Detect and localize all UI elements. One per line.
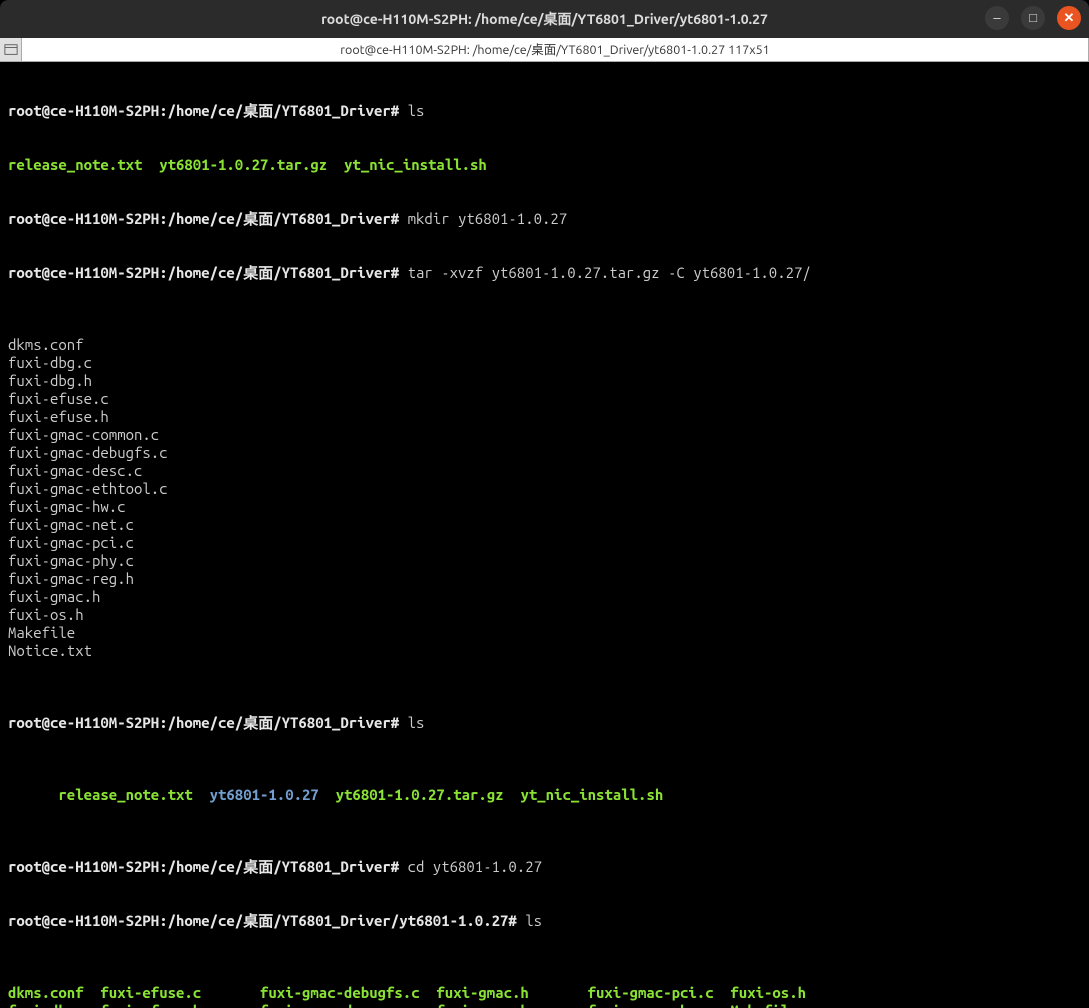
cmd-tar: tar -xvzf yt6801-1.0.27.tar.gz -C yt6801… bbox=[399, 264, 811, 281]
output-line: fuxi-dbg.c fuxi-efuse.h fuxi-gmac-desc.c… bbox=[8, 1002, 1081, 1008]
file: release_note.txt bbox=[8, 156, 159, 173]
window-title: root@ce-H110M-S2PH: /home/ce/桌面/YT6801_D… bbox=[321, 10, 768, 28]
file: yt_nic_install.sh bbox=[520, 786, 663, 803]
spacer bbox=[319, 786, 336, 803]
prompt: root@ce-H110M-S2PH:/home/ce/桌面/YT6801_Dr… bbox=[8, 210, 399, 227]
cmd-ls: ls bbox=[517, 912, 542, 929]
output-line: fuxi-dbg.c bbox=[8, 354, 1081, 372]
file: release_note.txt bbox=[58, 786, 209, 803]
new-tab-icon[interactable] bbox=[0, 38, 22, 61]
titlebar[interactable]: root@ce-H110M-S2PH: /home/ce/桌面/YT6801_D… bbox=[0, 0, 1089, 38]
tar-output: dkms.conffuxi-dbg.cfuxi-dbg.hfuxi-efuse.… bbox=[8, 336, 1081, 660]
cmd-ls: ls bbox=[399, 714, 424, 731]
output-line: fuxi-gmac.h bbox=[8, 588, 1081, 606]
output-line: fuxi-efuse.c bbox=[8, 390, 1081, 408]
tab-active[interactable]: root@ce-H110M-S2PH: /home/ce/桌面/YT6801_D… bbox=[22, 38, 1089, 61]
output-line: dkms.conf fuxi-efuse.c fuxi-gmac-debugfs… bbox=[8, 984, 1081, 1002]
tab-bar: root@ce-H110M-S2PH: /home/ce/桌面/YT6801_D… bbox=[0, 38, 1089, 62]
prompt: root@ce-H110M-S2PH:/home/ce/桌面/YT6801_Dr… bbox=[8, 102, 399, 119]
output-line: fuxi-gmac-net.c bbox=[8, 516, 1081, 534]
window-controls: – □ ✕ bbox=[985, 6, 1081, 30]
cmd-mkdir: mkdir yt6801-1.0.27 bbox=[399, 210, 567, 227]
minimize-button[interactable]: – bbox=[985, 6, 1009, 30]
output-line: fuxi-gmac-desc.c bbox=[8, 462, 1081, 480]
directory: yt6801-1.0.27 bbox=[210, 786, 319, 803]
terminal-window: root@ce-H110M-S2PH: /home/ce/桌面/YT6801_D… bbox=[0, 0, 1089, 1008]
prompt: root@ce-H110M-S2PH:/home/ce/桌面/YT6801_Dr… bbox=[8, 264, 399, 281]
output-line: fuxi-gmac-pci.c bbox=[8, 534, 1081, 552]
maximize-button[interactable]: □ bbox=[1021, 6, 1045, 30]
output-line: fuxi-os.h bbox=[8, 606, 1081, 624]
cmd-cd: cd yt6801-1.0.27 bbox=[399, 858, 542, 875]
output-line: fuxi-efuse.h bbox=[8, 408, 1081, 426]
output-line: dkms.conf bbox=[8, 336, 1081, 354]
output-line: fuxi-gmac-phy.c bbox=[8, 552, 1081, 570]
ls-output: dkms.conf fuxi-efuse.c fuxi-gmac-debugfs… bbox=[8, 984, 1081, 1008]
close-button[interactable]: ✕ bbox=[1057, 6, 1081, 30]
output-line: fuxi-gmac-common.c bbox=[8, 426, 1081, 444]
output-line: fuxi-dbg.h bbox=[8, 372, 1081, 390]
terminal-body[interactable]: root@ce-H110M-S2PH:/home/ce/桌面/YT6801_Dr… bbox=[0, 62, 1089, 1008]
cmd-ls: ls bbox=[399, 102, 424, 119]
output-line: fuxi-gmac-ethtool.c bbox=[8, 480, 1081, 498]
file: yt6801-1.0.27.tar.gz bbox=[336, 786, 521, 803]
output-line: fuxi-gmac-reg.h bbox=[8, 570, 1081, 588]
output-line: fuxi-gmac-debugfs.c bbox=[8, 444, 1081, 462]
prompt: root@ce-H110M-S2PH:/home/ce/桌面/YT6801_Dr… bbox=[8, 858, 399, 875]
output-line: fuxi-gmac-hw.c bbox=[8, 498, 1081, 516]
prompt: root@ce-H110M-S2PH:/home/ce/桌面/YT6801_Dr… bbox=[8, 912, 517, 929]
prompt: root@ce-H110M-S2PH:/home/ce/桌面/YT6801_Dr… bbox=[8, 714, 399, 731]
output-line: Notice.txt bbox=[8, 642, 1081, 660]
output-line: Makefile bbox=[8, 624, 1081, 642]
file: yt6801-1.0.27.tar.gz bbox=[159, 156, 344, 173]
file: yt_nic_install.sh bbox=[344, 156, 487, 173]
